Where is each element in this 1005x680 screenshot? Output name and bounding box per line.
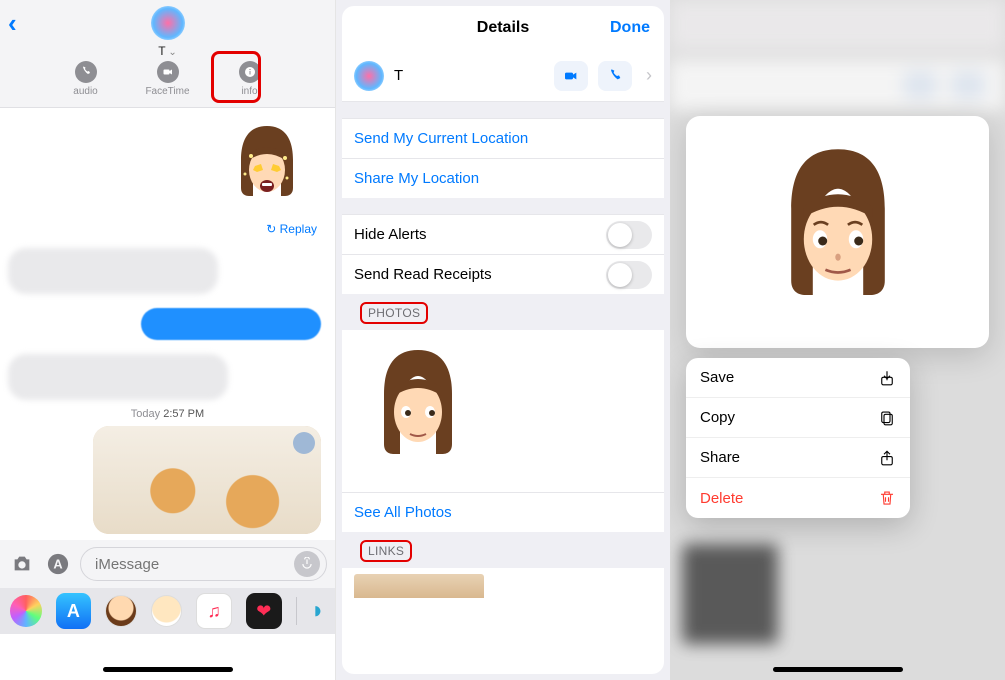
phone-icon: [75, 61, 97, 83]
delete-menu-item[interactable]: Delete: [686, 478, 910, 518]
save-label: Save: [700, 369, 734, 386]
photo-context-menu-screen: Save Copy Share Delete: [670, 0, 1005, 680]
share-label: Share: [700, 449, 740, 466]
photo-message[interactable]: [93, 426, 321, 534]
copy-icon: [878, 409, 896, 427]
done-button[interactable]: Done: [610, 19, 650, 37]
photo-thumbnail[interactable]: 0:05: [354, 340, 482, 484]
contact-avatar[interactable]: [151, 6, 185, 40]
send-read-receipts-row: Send Read Receipts: [342, 254, 664, 294]
message-thread[interactable]: ↻ Replay Today 2:57 PM: [0, 108, 335, 540]
incoming-message-bubble[interactable]: [8, 248, 218, 294]
header-actions: audio FaceTime info: [0, 61, 335, 97]
call-button[interactable]: [598, 61, 632, 91]
contact-name[interactable]: T: [158, 44, 177, 58]
audio-button[interactable]: audio: [59, 61, 113, 97]
thread-header: ‹ T audio FaceTime info: [0, 0, 335, 108]
memoji-app-icon[interactable]: [105, 595, 137, 627]
thread-timestamp: Today 2:57 PM: [0, 408, 335, 420]
message-input-pill: [80, 547, 327, 581]
share-icon: [878, 449, 896, 467]
replay-label: Replay: [280, 222, 317, 236]
home-indicator[interactable]: [773, 667, 903, 672]
contact-name: T: [394, 67, 544, 84]
info-highlight-annotation: [211, 51, 261, 103]
details-title: Details: [477, 19, 529, 37]
outgoing-message-bubble[interactable]: [141, 308, 321, 340]
details-card: Details Done T › Send My Current Locatio…: [342, 6, 664, 674]
delete-label: Delete: [700, 490, 743, 507]
camera-button[interactable]: [8, 547, 36, 581]
send-read-receipts-label: Send Read Receipts: [354, 266, 492, 283]
message-input-bar: A: [0, 540, 335, 588]
back-chevron-icon[interactable]: ‹: [8, 8, 17, 39]
facetime-button[interactable]: FaceTime: [141, 61, 195, 97]
replay-button[interactable]: ↻ Replay: [266, 222, 317, 236]
facetime-label: FaceTime: [145, 86, 189, 97]
share-my-location-button[interactable]: Share My Location: [342, 158, 664, 198]
contact-avatar: [354, 61, 384, 91]
app-store-app-icon[interactable]: [56, 593, 92, 629]
app-store-button[interactable]: A: [44, 547, 72, 581]
memoji-sticker-message[interactable]: [227, 120, 307, 220]
audio-record-button[interactable]: [294, 551, 320, 577]
copy-label: Copy: [700, 409, 735, 426]
details-sheet-screen: Details Done T › Send My Current Locatio…: [335, 0, 670, 680]
video-duration: 0:05: [452, 466, 476, 480]
animoji-app-icon[interactable]: [151, 595, 183, 627]
photos-section-label: PHOTOS: [342, 294, 664, 330]
chevron-right-icon: ›: [646, 65, 652, 86]
audio-label: audio: [73, 86, 97, 97]
contact-row[interactable]: T ›: [342, 50, 664, 102]
copy-menu-item[interactable]: Copy: [686, 398, 910, 438]
hide-alerts-toggle[interactable]: [606, 221, 652, 249]
links-highlight-annotation: LINKS: [360, 540, 412, 562]
links-section-label: LINKS: [342, 532, 664, 568]
send-read-receipts-toggle[interactable]: [606, 261, 652, 289]
messages-thread-screen: ‹ T audio FaceTime info: [0, 0, 335, 680]
photo-preview[interactable]: [686, 116, 989, 348]
hide-alerts-label: Hide Alerts: [354, 226, 427, 243]
save-menu-item[interactable]: Save: [686, 358, 910, 398]
message-input[interactable]: [95, 556, 294, 573]
link-thumbnail[interactable]: [354, 574, 484, 598]
digital-touch-app-icon[interactable]: [246, 593, 282, 629]
imessage-app-strip[interactable]: ◗: [0, 588, 335, 634]
context-menu: Save Copy Share Delete: [686, 358, 910, 518]
svg-text:A: A: [53, 557, 62, 572]
see-all-photos-button[interactable]: See All Photos: [342, 492, 664, 532]
photo-content: [93, 426, 321, 534]
incoming-message-bubble[interactable]: [8, 354, 228, 400]
details-header: Details Done: [342, 6, 664, 50]
more-apps-icon[interactable]: ◗: [311, 597, 326, 625]
photos-app-icon[interactable]: [10, 595, 42, 627]
photos-highlight-annotation: PHOTOS: [360, 302, 428, 324]
save-icon: [878, 369, 896, 387]
share-menu-item[interactable]: Share: [686, 438, 910, 478]
hide-alerts-row: Hide Alerts: [342, 214, 664, 254]
send-current-location-button[interactable]: Send My Current Location: [342, 118, 664, 158]
trash-icon: [878, 489, 896, 507]
home-indicator[interactable]: [103, 667, 233, 672]
music-app-icon[interactable]: [196, 593, 232, 629]
video-icon: [157, 61, 179, 83]
live-photo-badge-icon: [293, 432, 315, 454]
facetime-video-button[interactable]: [554, 61, 588, 91]
